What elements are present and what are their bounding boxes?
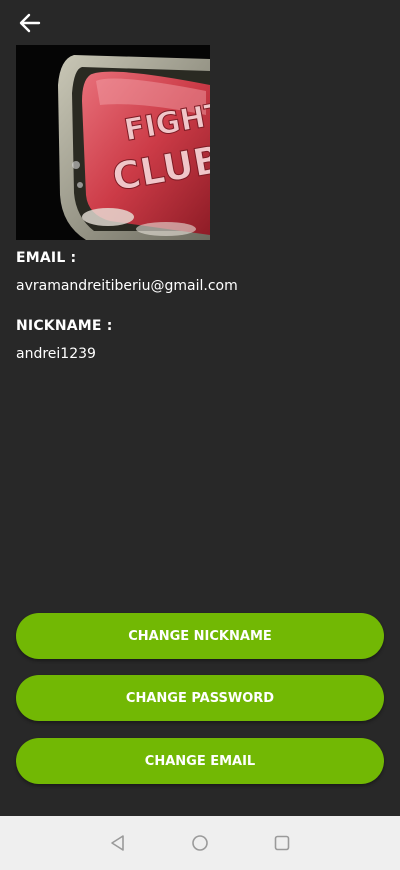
change-email-button[interactable]: CHANGE EMAIL [16,738,384,784]
nickname-value: andrei1239 [16,346,96,362]
back-button[interactable] [14,8,46,38]
system-nav-bar [0,816,400,870]
square-recents-icon [274,835,290,851]
email-value: avramandreitiberiu@gmail.com [16,278,238,294]
email-label: EMAIL : [16,250,77,266]
change-email-label: CHANGE EMAIL [144,753,256,769]
change-nickname-label: CHANGE NICKNAME [128,628,272,644]
change-nickname-button[interactable]: CHANGE NICKNAME [16,613,384,659]
nav-home-button[interactable] [180,816,220,870]
nickname-label: NICKNAME : [16,318,113,334]
change-password-button[interactable]: CHANGE PASSWORD [16,675,384,721]
nav-back-button[interactable] [98,816,138,870]
nav-recents-button[interactable] [262,816,302,870]
profile-image: FIGHT CLUB [16,45,210,240]
triangle-back-icon [111,835,124,851]
circle-home-icon [192,835,208,851]
arrow-left-icon [19,13,41,33]
fight-club-soap-image: FIGHT CLUB [16,45,210,240]
change-password-label: CHANGE PASSWORD [125,690,275,706]
